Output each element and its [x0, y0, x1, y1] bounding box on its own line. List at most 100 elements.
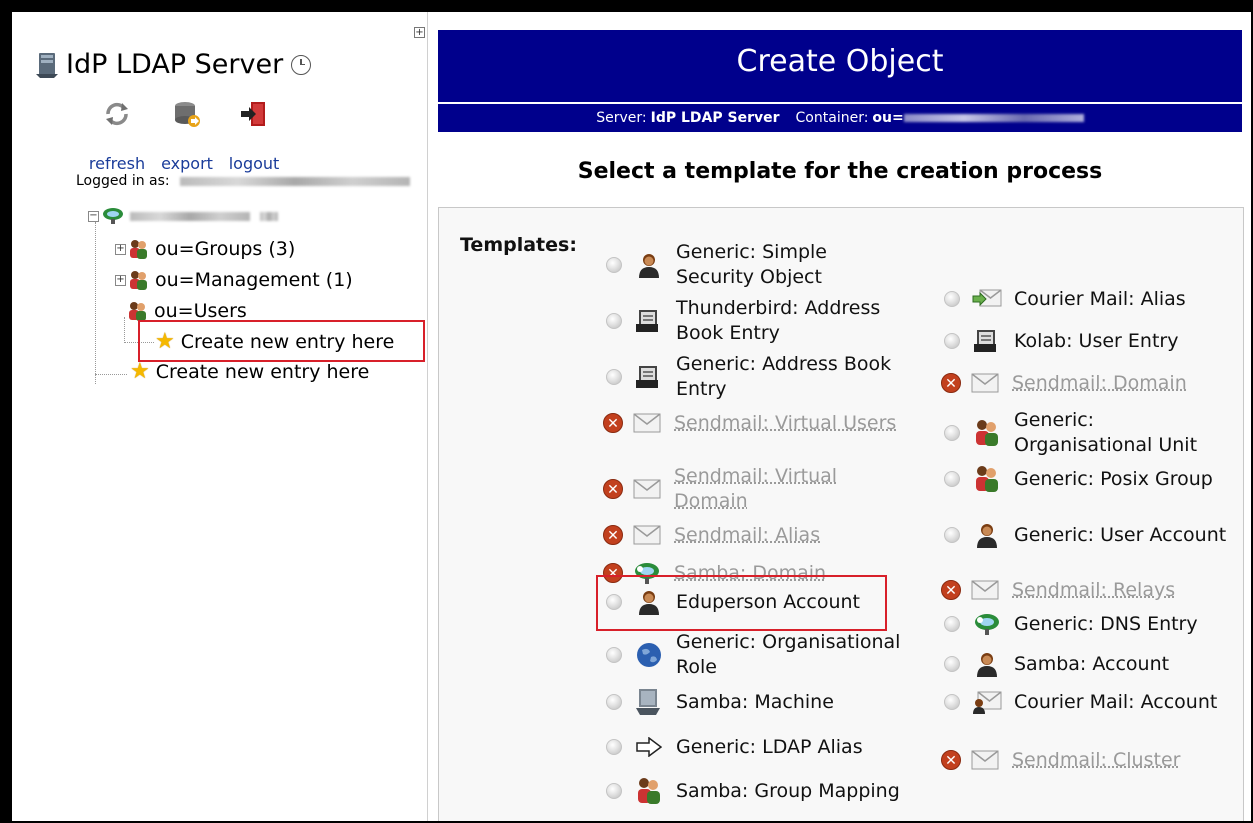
disabled-x-icon: ✕: [603, 525, 623, 545]
template-sendmail-domain: ✕ Sendmail: Domain: [941, 368, 1227, 398]
template-radio[interactable]: [606, 694, 622, 710]
template-name[interactable]: Generic: Organisational Unit: [1014, 408, 1229, 458]
template-name[interactable]: Generic: Posix Group: [1014, 467, 1229, 492]
disabled-x-icon: ✕: [603, 413, 623, 433]
tree-line: [95, 374, 127, 375]
address-book-icon: [634, 362, 664, 392]
redacted-user: [180, 176, 411, 186]
template-radio[interactable]: [944, 471, 960, 487]
redacted-count: [260, 211, 278, 221]
template-sendmail-alias: ✕ Sendmail: Alias: [603, 520, 909, 550]
redacted-root: [130, 211, 250, 221]
tree-label-groups: ou=Groups (3): [155, 238, 296, 260]
tree-label-users: ou=Users: [154, 300, 247, 322]
template-name[interactable]: Thunderbird: Address Book Entry: [676, 296, 911, 346]
redacted-container: [903, 114, 1084, 122]
template-radio[interactable]: [944, 656, 960, 672]
group-icon: [130, 240, 147, 259]
server-container-bar: Server: IdP LDAP Server Container: ou=: [438, 104, 1242, 132]
template-samba-account[interactable]: Samba: Account: [944, 649, 1229, 679]
template-name[interactable]: Samba: Group Mapping: [676, 779, 911, 804]
mail-icon: [970, 368, 1000, 398]
template-generic-posix-group[interactable]: Generic: Posix Group: [944, 464, 1229, 494]
tree-label-management: ou=Management (1): [155, 269, 353, 291]
template-sendmail-relays: ✕ Sendmail: Relays: [941, 575, 1227, 605]
template-name[interactable]: Generic: DNS Entry: [1014, 612, 1229, 637]
template-name[interactable]: Samba: Account: [1014, 652, 1229, 677]
template-name[interactable]: Generic: LDAP Alias: [676, 735, 911, 760]
template-radio[interactable]: [944, 527, 960, 543]
template-radio[interactable]: [606, 257, 622, 273]
arrow-icon: [634, 732, 664, 762]
ldap-admin-window: + IdP LDAP Server refresh export logout …: [12, 12, 1251, 821]
template-generic-organisational-unit[interactable]: Generic: Organisational Unit: [944, 408, 1229, 458]
collapse-toggle[interactable]: −: [88, 210, 99, 222]
container-value: ou=: [872, 110, 904, 126]
template-name[interactable]: Generic: Address Book Entry: [676, 352, 911, 402]
template-radio[interactable]: [944, 425, 960, 441]
template-generic-organisational-role[interactable]: Generic: Organisational Role: [606, 630, 911, 680]
template-name[interactable]: Kolab: User Entry: [1014, 329, 1229, 354]
template-name: Sendmail: Alias: [674, 523, 821, 546]
template-name[interactable]: Samba: Machine: [676, 690, 911, 715]
highlight-box: [596, 575, 887, 631]
template-kolab-user-entry[interactable]: Kolab: User Entry: [944, 326, 1229, 356]
expand-panel-button[interactable]: +: [414, 27, 425, 38]
tree-item-groups[interactable]: + ou=Groups (3): [115, 238, 295, 260]
template-sendmail-virtual-users: ✕ Sendmail: Virtual Users: [603, 408, 909, 438]
template-generic-ldap-alias[interactable]: Generic: LDAP Alias: [606, 732, 911, 762]
logout-tool[interactable]: logout: [229, 100, 279, 173]
template-radio[interactable]: [606, 313, 622, 329]
template-radio[interactable]: [606, 369, 622, 385]
template-name[interactable]: Courier Mail: Alias: [1014, 287, 1229, 312]
template-courier-mail-alias[interactable]: Courier Mail: Alias: [944, 284, 1229, 314]
mail-icon: [970, 575, 1000, 605]
template-radio[interactable]: [944, 291, 960, 307]
template-radio[interactable]: [606, 739, 622, 755]
server-title[interactable]: IdP LDAP Server: [36, 49, 312, 80]
refresh-tool[interactable]: refresh: [89, 100, 145, 173]
disabled-x-icon: ✕: [941, 373, 961, 393]
template-generic-user-account[interactable]: Generic: User Account: [944, 520, 1229, 550]
template-name[interactable]: Generic: Simple Security Object: [676, 240, 911, 290]
template-radio[interactable]: [944, 333, 960, 349]
disabled-x-icon: ✕: [941, 750, 961, 770]
template-name: Sendmail: Virtual Domain: [674, 465, 838, 512]
template-name: Sendmail: Cluster: [1012, 748, 1181, 771]
logged-in-info: Logged in as:: [76, 173, 411, 189]
group-icon: [130, 271, 147, 290]
template-radio[interactable]: [606, 783, 622, 799]
export-link[interactable]: export: [161, 154, 213, 173]
template-generic-address-book-entry[interactable]: Generic: Address Book Entry: [606, 352, 911, 402]
template-name[interactable]: Generic: User Account: [1014, 523, 1229, 548]
create-entry-label: Create new entry here: [155, 361, 370, 383]
star-icon: ★: [130, 359, 150, 384]
template-radio[interactable]: [606, 647, 622, 663]
template-samba-group-mapping[interactable]: Samba: Group Mapping: [606, 776, 911, 806]
expand-toggle[interactable]: +: [115, 274, 126, 286]
select-template-heading: Select a template for the creation proce…: [577, 159, 1103, 184]
template-thunderbird-address-book-entry[interactable]: Thunderbird: Address Book Entry: [606, 296, 911, 346]
export-tool[interactable]: export: [161, 100, 213, 173]
tree-root[interactable]: −: [88, 207, 278, 225]
user-icon: [972, 649, 1002, 679]
logout-link[interactable]: logout: [229, 154, 280, 173]
expand-toggle[interactable]: +: [115, 243, 126, 255]
refresh-link[interactable]: refresh: [89, 154, 145, 173]
template-generic-dns-entry[interactable]: Generic: DNS Entry: [944, 609, 1229, 639]
tree-item-management[interactable]: + ou=Management (1): [115, 269, 353, 291]
tree-item-users[interactable]: ou=Users: [128, 300, 247, 322]
clock-icon[interactable]: [291, 54, 312, 75]
template-name[interactable]: Generic: Organisational Role: [676, 630, 911, 680]
logged-in-label: Logged in as:: [76, 173, 170, 189]
create-entry-at-root[interactable]: ★ Create new entry here: [130, 359, 370, 384]
template-generic-simple-security-object[interactable]: Generic: Simple Security Object: [606, 240, 911, 290]
template-radio[interactable]: [944, 694, 960, 710]
template-samba-machine[interactable]: Samba: Machine: [606, 687, 911, 717]
template-courier-mail-account[interactable]: Courier Mail: Account: [944, 687, 1229, 717]
header-bar: Create Object: [438, 30, 1242, 102]
tree-line: [124, 317, 125, 343]
template-radio[interactable]: [944, 616, 960, 632]
template-name[interactable]: Courier Mail: Account: [1014, 690, 1229, 715]
address-book-icon: [634, 306, 664, 336]
